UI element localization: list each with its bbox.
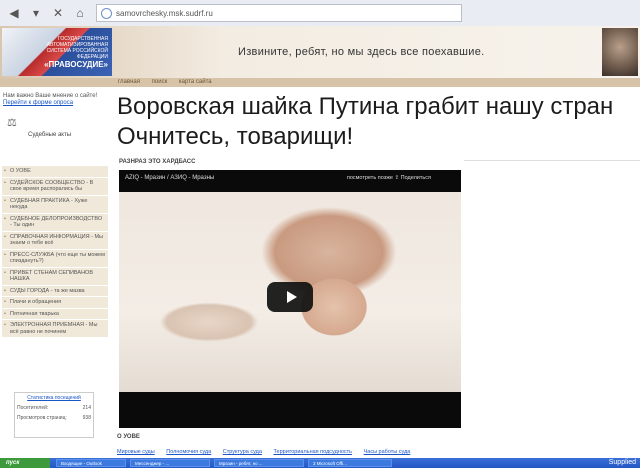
page-title-line-1: Воровская шайка Путина грабит нашу стран — [117, 93, 614, 120]
sidebar-item-e-reception[interactable]: ЭЛЕКТРОННАЯ ПРИЕМНАЯ - Мы всё равно не п… — [2, 320, 108, 338]
footer-links: Мировые суды Полномочия суда Структура с… — [117, 449, 420, 455]
divider — [464, 160, 640, 161]
footer-link[interactable]: Часы работы суда — [364, 449, 411, 455]
page-title-line-2: Очнитесь, товарищи! — [117, 123, 354, 150]
close-icon[interactable]: ✕ — [50, 5, 66, 21]
play-icon — [286, 291, 297, 303]
address-bar[interactable]: samovrchesky.msk.sudrf.ru — [96, 4, 462, 22]
sidebar-item-press[interactable]: ПРЕСС-СЛУЖБА (что еще ты можем спизданут… — [2, 249, 108, 268]
footer-link[interactable]: Мировые суды — [117, 449, 155, 455]
menu-link-sitemap[interactable]: карта сайта — [179, 79, 212, 85]
sidebar-item-appeals[interactable]: Плачи и обращения — [2, 297, 108, 309]
survey-notice-text: Нам важно Ваше мнение о сайте! — [3, 93, 98, 99]
play-button[interactable] — [267, 282, 313, 312]
browser-toolbar: ◀ ▾ ✕ ⌂ samovrchesky.msk.sudrf.ru — [0, 0, 640, 27]
logo-caption: ГОСУДАРСТВЕННАЯ АВТОМАТИЗИРОВАННАЯ СИСТЕ… — [46, 35, 108, 60]
sidebar-menu: О УОВЕ СУДЕЙСКОЕ СООБЩЕСТВО - В свое вре… — [2, 166, 108, 338]
home-icon[interactable]: ⌂ — [72, 5, 88, 21]
taskbar-task[interactable]: 3 Microsoft Offi... — [308, 459, 392, 467]
sidebar-item-reference[interactable]: СПРАВОЧНАЯ ИНФОРМАЦИЯ - Мы знаем о тебе … — [2, 231, 108, 250]
sidebar-item-records[interactable]: СУДЕБНОЕ ДЕЛОПРОИЗВОДСТВО - Ты один — [2, 213, 108, 232]
url-text: samovrchesky.msk.sudrf.ru — [116, 8, 213, 18]
stats-row: Посетителей: 214 — [17, 405, 91, 411]
section-label: РАЗНРАЗ ЭТО ХАРДБАСС — [119, 159, 196, 165]
video-title[interactable]: AZIQ - Мразин / АЗИQ - Мразны — [125, 175, 214, 181]
taskbar-task[interactable]: Мразин - ребят, но ... — [214, 459, 304, 467]
sidebar: Нам важно Ваше мнение о сайте! Перейти к… — [0, 90, 110, 445]
stats-value: 214 — [82, 405, 91, 411]
start-button[interactable]: пуск — [0, 458, 50, 468]
stats-label: Посетителей: — [17, 405, 49, 411]
visit-stats: Статистика посещений Посетителей: 214 Пр… — [14, 392, 94, 438]
video-player[interactable]: AZIQ - Мразин / АЗИQ - Мразны посмотреть… — [119, 170, 461, 428]
page-title: Воровская шайка Путина грабит нашу стран… — [117, 92, 640, 152]
taskbar-task[interactable]: Входящие - Outlook — [56, 459, 126, 467]
stats-row: Просмотров страниц: 938 — [17, 415, 91, 421]
portrait-image — [602, 28, 638, 76]
stats-title[interactable]: Статистика посещений — [17, 395, 91, 401]
taskbar: пуск Входящие - Outlook Мессенджер - ...… — [0, 458, 640, 468]
logo-brand: «ПРАВОСУДИЕ» — [44, 59, 108, 69]
footer-link[interactable]: Полномочия суда — [166, 449, 211, 455]
stats-value: 938 — [82, 415, 91, 421]
globe-icon — [101, 7, 112, 19]
back-icon[interactable]: ◀ — [6, 5, 22, 21]
photo-credit: Supplied — [608, 459, 636, 466]
site-logo[interactable]: ГОСУДАРСТВЕННАЯ АВТОМАТИЗИРОВАННАЯ СИСТЕ… — [2, 28, 112, 76]
taskbar-task[interactable]: Мессенджер - ... — [130, 459, 210, 467]
site-header: ГОСУДАРСТВЕННАЯ АВТОМАТИЗИРОВАННАЯ СИСТЕ… — [0, 26, 640, 78]
dropdown-icon[interactable]: ▾ — [28, 5, 44, 21]
sidebar-item-about[interactable]: О УОВЕ — [2, 166, 108, 178]
sidebar-item-judicial-community[interactable]: СУДЕЙСКОЕ СООБЩЕСТВО - В свое время расп… — [2, 177, 108, 196]
court-acts-link[interactable]: Судебные акты — [28, 132, 110, 138]
menu-link-search[interactable]: поиск — [152, 79, 168, 85]
scales-icon: ⚖ — [7, 117, 17, 129]
survey-notice: Нам важно Ваше мнение о сайте! Перейти к… — [0, 90, 110, 110]
footer-link[interactable]: Структура суда — [223, 449, 262, 455]
menu-link-home[interactable]: главная — [118, 79, 140, 85]
sidebar-item-greetings[interactable]: ПРИВЕТ СТЕНАМ СЕПИВАНОВ НАШКА — [2, 267, 108, 286]
sidebar-item-friday[interactable]: Пятничная тварька — [2, 308, 108, 320]
banner-text: Извините, ребят, но мы здесь все поехавш… — [238, 46, 485, 58]
sidebar-item-city-courts[interactable]: СУДЫ ГОРОДА - та же мазва — [2, 285, 108, 297]
footer-link[interactable]: Территориальная подсудность — [273, 449, 352, 455]
sidebar-item-judicial-practice[interactable]: СУДЕБНАЯ ПРАКТИКА - Хуже некуда — [2, 195, 108, 214]
video-tools[interactable]: посмотреть позже ⇪ Поделиться — [347, 175, 431, 181]
stats-label: Просмотров страниц: — [17, 415, 67, 421]
about-label: О УОВЕ — [117, 434, 140, 440]
top-menu: главная поиск карта сайта — [0, 78, 640, 87]
survey-link[interactable]: Перейти к форме опроса — [3, 100, 107, 107]
